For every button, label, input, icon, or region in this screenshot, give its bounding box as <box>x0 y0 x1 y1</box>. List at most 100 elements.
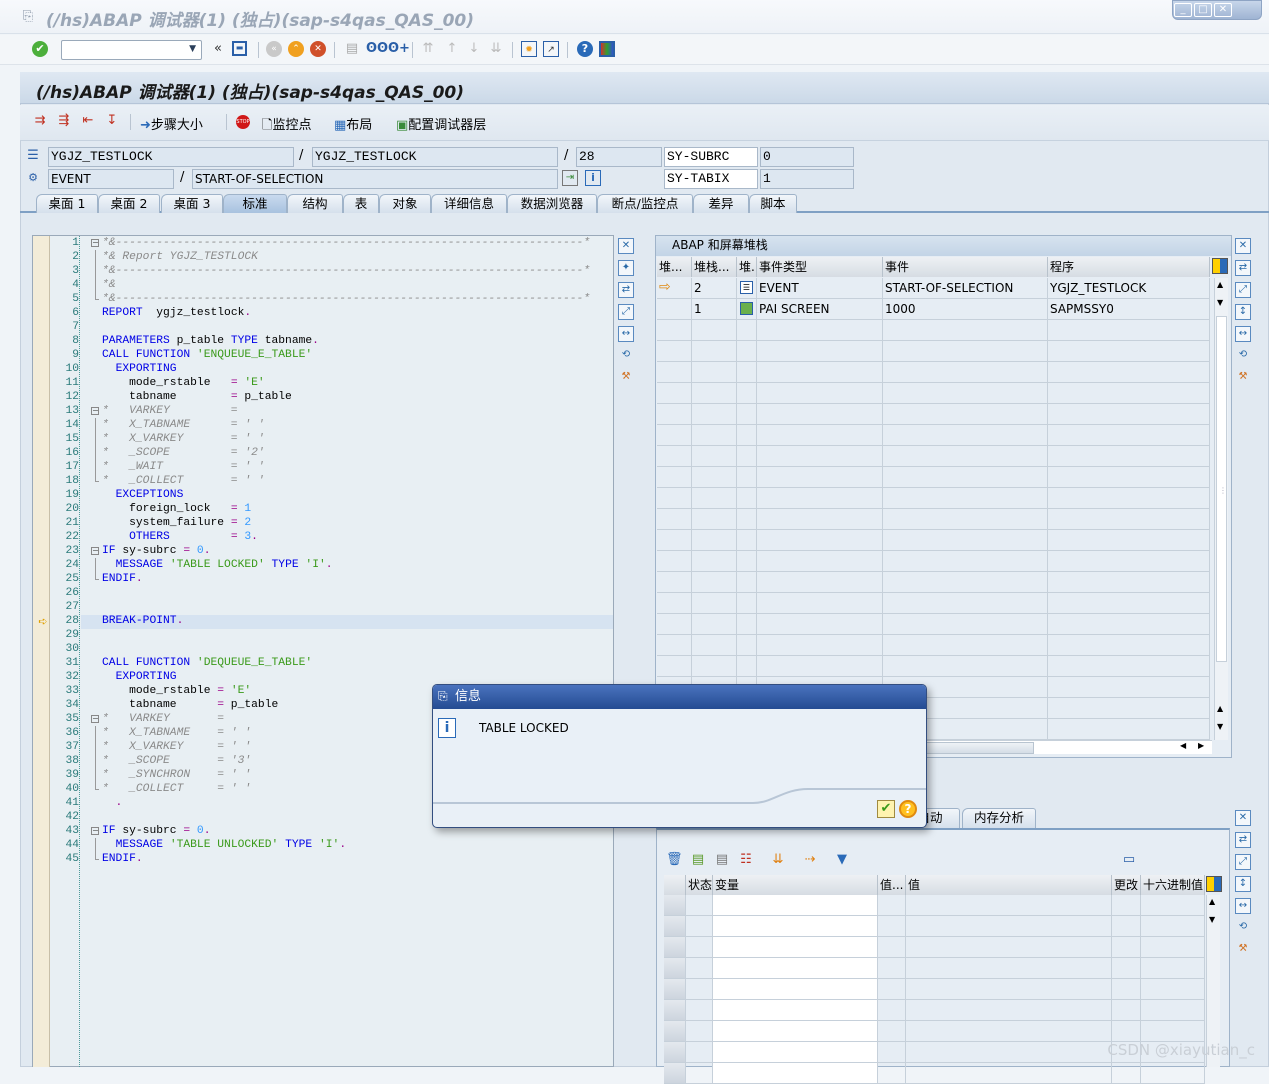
variable-cell[interactable] <box>906 1000 1112 1021</box>
variable-cell[interactable] <box>878 958 906 979</box>
row-selector[interactable] <box>664 1063 686 1084</box>
column-header[interactable]: 值 <box>906 875 1112 895</box>
maximize-tool-icon[interactable]: ⤢ <box>618 304 634 320</box>
resize-horizontal-icon[interactable]: ↔ <box>1235 326 1251 342</box>
variable-cell[interactable] <box>686 895 713 916</box>
maximize-tool-icon[interactable]: ⤢ <box>1235 282 1251 298</box>
return-icon[interactable]: ⇤ <box>80 113 96 129</box>
variable-cell[interactable] <box>686 979 713 1000</box>
variable-cell[interactable] <box>713 937 878 958</box>
scroll-right-icon[interactable]: ▶ <box>1198 741 1204 750</box>
next-page-icon[interactable]: ↓ <box>466 41 482 57</box>
event-type-field[interactable]: EVENT <box>48 169 174 189</box>
shortcut-icon[interactable]: ↗ <box>543 41 559 57</box>
tab-0[interactable]: 桌面 1 <box>36 194 98 213</box>
row-selector[interactable] <box>664 1021 686 1042</box>
variable-cell[interactable] <box>906 958 1112 979</box>
variable-cell[interactable] <box>686 958 713 979</box>
collapse-icon[interactable]: « <box>210 41 226 57</box>
dialog-menu-icon[interactable]: ⎘ <box>438 689 448 704</box>
enter-check-icon[interactable]: ✔ <box>32 41 48 57</box>
variable-cell[interactable] <box>713 979 878 1000</box>
variable-cell[interactable] <box>906 1021 1112 1042</box>
services-tool-icon[interactable]: ⟲ <box>1235 920 1251 936</box>
services-tool-icon[interactable]: ⟲ <box>1235 348 1251 364</box>
stop-button[interactable]: STOP <box>236 114 250 129</box>
variable-cell[interactable] <box>1112 916 1141 937</box>
layout-button[interactable]: ▦布局 <box>334 114 372 133</box>
row-selector[interactable] <box>664 895 686 916</box>
variable-cell[interactable] <box>906 1063 1112 1084</box>
cancel-icon[interactable]: ✕ <box>310 41 326 57</box>
variable-cell[interactable] <box>878 979 906 1000</box>
sysubrc-value[interactable]: 0 <box>760 147 854 167</box>
chevron-down-icon[interactable]: ▼ <box>189 44 196 54</box>
tab-4[interactable]: 结构 <box>287 194 343 213</box>
settings-tool-icon[interactable]: ⚒ <box>618 370 634 386</box>
scroll-up-icon[interactable]: ▲ <box>1209 897 1215 906</box>
fold-toggle-icon[interactable]: − <box>91 715 99 723</box>
find-next-icon[interactable]: ʘ+ <box>388 41 410 57</box>
tab-1[interactable]: 桌面 2 <box>98 194 160 213</box>
services-tool-icon[interactable]: ⟲ <box>618 348 634 364</box>
column-header[interactable]: 堆. <box>737 257 757 277</box>
maximize-tool-icon[interactable]: ⤢ <box>1235 854 1251 870</box>
tab-2[interactable]: 桌面 3 <box>161 194 223 213</box>
tab-5[interactable]: 表 <box>343 194 379 213</box>
column-header[interactable]: 程序 <box>1048 257 1210 277</box>
swap-tool-icon[interactable]: ⇄ <box>1235 832 1251 848</box>
breakpoint-gutter[interactable] <box>33 236 50 1067</box>
variable-cell[interactable] <box>713 1063 878 1084</box>
close-button[interactable]: ✕ <box>1214 3 1232 17</box>
tab-10[interactable]: 差异 <box>693 194 749 213</box>
column-header[interactable]: 堆栈... <box>692 257 737 277</box>
single-step-icon[interactable]: ⇉ <box>32 113 48 129</box>
row-selector-header[interactable] <box>664 875 686 895</box>
row-selector[interactable] <box>664 916 686 937</box>
scroll-down-icon[interactable]: ▼ <box>1209 915 1215 924</box>
variable-cell[interactable] <box>906 895 1112 916</box>
variable-cell[interactable] <box>878 895 906 916</box>
variable-cell[interactable] <box>1141 895 1205 916</box>
execute-step-icon[interactable]: ⇶ <box>56 113 72 129</box>
import-icon[interactable]: ⇊ <box>770 852 786 868</box>
column-header[interactable]: 十六进制值 <box>1141 875 1205 895</box>
fold-toggle-icon[interactable]: − <box>91 239 99 247</box>
scroll-down-icon[interactable]: ▼ <box>1217 298 1223 307</box>
variable-cell[interactable] <box>713 1021 878 1042</box>
variable-cell[interactable] <box>686 1021 713 1042</box>
sytabix-value[interactable]: 1 <box>760 169 854 189</box>
column-header[interactable]: 事件类型 <box>757 257 883 277</box>
close-tool-icon[interactable]: ✕ <box>618 238 634 254</box>
save-icon[interactable]: ▬ <box>232 41 247 56</box>
sytabix-label[interactable]: SY-TABIX <box>664 169 758 189</box>
scroll-down-icon[interactable]: ▼ <box>1217 722 1223 731</box>
variable-cell[interactable] <box>713 916 878 937</box>
scroll-left-icon[interactable]: ◀ <box>1180 741 1186 750</box>
splitter-handle[interactable]: ⋮ <box>1219 486 1227 495</box>
exit-icon[interactable]: ⌃ <box>288 41 304 57</box>
variable-cell[interactable] <box>686 1063 713 1084</box>
window-menu-icon[interactable]: ⎘ <box>20 9 36 25</box>
variable-cell[interactable] <box>878 1042 906 1063</box>
row-selector[interactable] <box>664 979 686 1000</box>
column-header[interactable]: 状态 <box>686 875 713 895</box>
include-field[interactable]: YGJZ_TESTLOCK <box>312 147 558 167</box>
column-header[interactable]: 更改 <box>1112 875 1141 895</box>
fold-toggle-icon[interactable]: − <box>91 827 99 835</box>
variable-cell[interactable] <box>686 1042 713 1063</box>
first-page-icon[interactable]: ⇈ <box>420 41 436 57</box>
tab-8[interactable]: 数据浏览器 <box>507 194 597 213</box>
save-icon[interactable]: ▭ <box>1121 852 1137 868</box>
variable-cell[interactable] <box>906 937 1112 958</box>
scroll-up-icon[interactable]: ▲ <box>1217 704 1223 713</box>
variable-cell[interactable] <box>686 1000 713 1021</box>
resize-vertical-icon[interactable]: ↕ <box>1235 876 1251 892</box>
row-selector[interactable] <box>664 958 686 979</box>
tab-memory-analysis[interactable]: 内存分析 <box>962 808 1036 828</box>
delete-icon[interactable]: 🗑 <box>666 852 683 868</box>
info-icon[interactable]: i <box>585 170 601 186</box>
swap-tool-icon[interactable]: ⇄ <box>618 282 634 298</box>
minimize-button[interactable]: _ <box>1174 3 1192 17</box>
variable-cell[interactable] <box>1112 1000 1141 1021</box>
